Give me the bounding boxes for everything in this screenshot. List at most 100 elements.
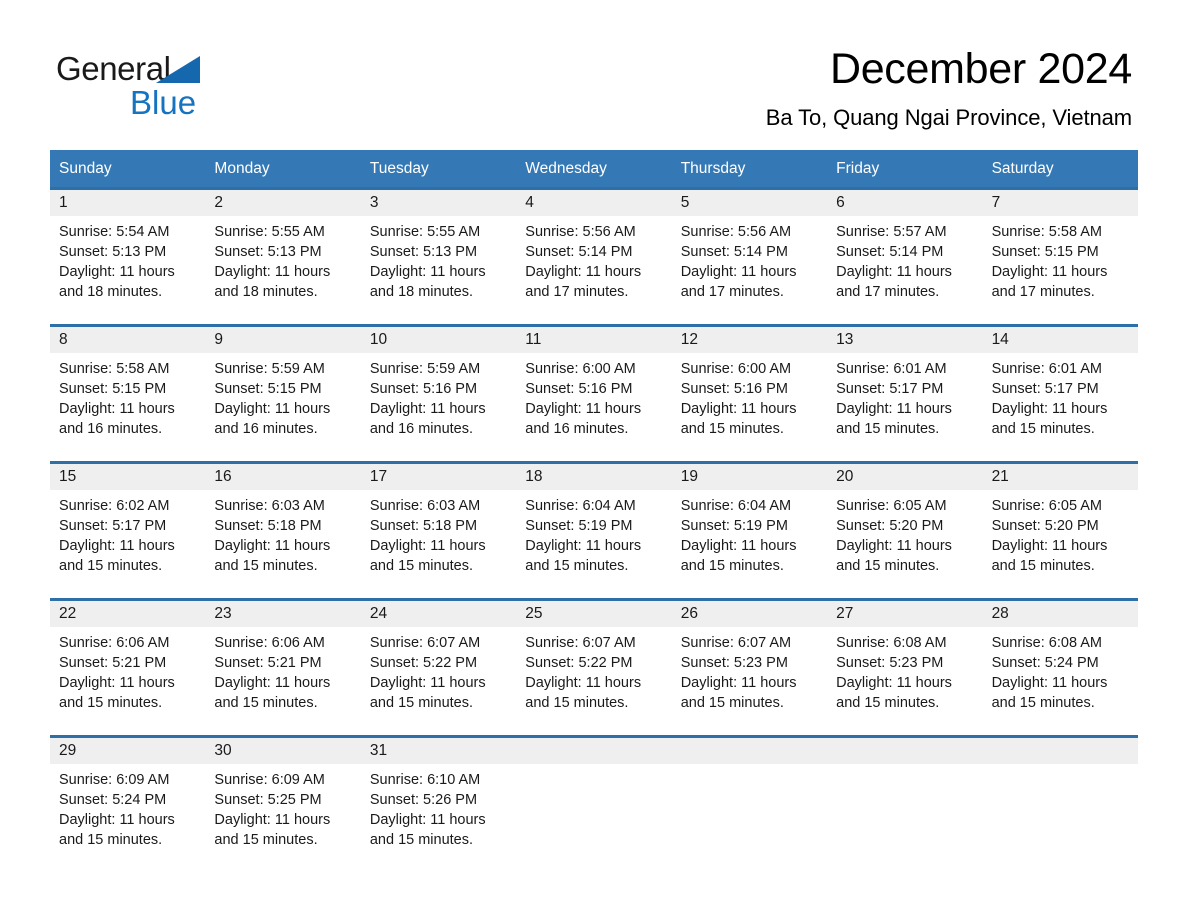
daylight-text-line1: Daylight: 11 hours bbox=[369, 538, 486, 555]
day-cell[interactable]: 17 Sunrise: 6:03 AM Sunset: 5:18 PM Dayl… bbox=[361, 464, 516, 598]
daylight-text-line1: Daylight: 11 hours bbox=[59, 264, 175, 281]
day-details: Sunrise: 6:03 AM Sunset: 5:18 PM Dayligh… bbox=[370, 490, 507, 576]
daylight-text-line2: and 15 minutes. bbox=[214, 695, 318, 712]
day-number: 31 bbox=[369, 742, 388, 760]
day-number: 18 bbox=[525, 468, 543, 486]
sunset-text: Sunset: 5:20 PM bbox=[836, 518, 944, 535]
day-cell[interactable]: 12 Sunrise: 6:00 AM Sunset: 5:16 PM Dayl… bbox=[672, 327, 827, 461]
day-number bbox=[681, 738, 818, 764]
day-details: Sunrise: 6:08 AM Sunset: 5:24 PM Dayligh… bbox=[992, 627, 1129, 713]
day-details: Sunrise: 5:56 AM Sunset: 5:14 PM Dayligh… bbox=[525, 216, 662, 302]
sunrise-text: Sunrise: 5:59 AM bbox=[214, 361, 325, 378]
day-cell[interactable]: 4 Sunrise: 5:56 AM Sunset: 5:14 PM Dayli… bbox=[516, 190, 671, 324]
daylight-text-line2: and 17 minutes. bbox=[836, 284, 940, 301]
day-number: 28 bbox=[991, 605, 1009, 623]
day-cell[interactable]: 9 Sunrise: 5:59 AM Sunset: 5:15 PM Dayli… bbox=[205, 327, 360, 461]
daylight-text-line2: and 15 minutes. bbox=[836, 695, 940, 712]
weekday-header-wednesday: Wednesday bbox=[525, 160, 607, 177]
daylight-text-line2: and 15 minutes. bbox=[369, 832, 474, 849]
day-number bbox=[992, 738, 1129, 764]
day-cell[interactable]: 1 Sunrise: 5:54 AM Sunset: 5:13 PM Dayli… bbox=[50, 190, 205, 324]
day-cell[interactable]: 15 Sunrise: 6:02 AM Sunset: 5:17 PM Dayl… bbox=[50, 464, 205, 598]
sunset-text: Sunset: 5:24 PM bbox=[59, 792, 167, 809]
day-details: Sunrise: 5:57 AM Sunset: 5:14 PM Dayligh… bbox=[836, 216, 973, 302]
sunrise-text: Sunrise: 5:59 AM bbox=[369, 361, 481, 378]
day-cell[interactable]: 3 Sunrise: 5:55 AM Sunset: 5:13 PM Dayli… bbox=[361, 190, 516, 324]
day-cell[interactable]: 8 Sunrise: 5:58 AM Sunset: 5:15 PM Dayli… bbox=[50, 327, 205, 461]
day-number bbox=[836, 738, 973, 764]
sunrise-text: Sunrise: 6:06 AM bbox=[214, 635, 325, 652]
daylight-text-line1: Daylight: 11 hours bbox=[680, 675, 797, 692]
sunrise-text: Sunrise: 6:08 AM bbox=[836, 635, 947, 652]
day-details: Sunrise: 6:00 AM Sunset: 5:16 PM Dayligh… bbox=[681, 353, 818, 439]
general-blue-logo[interactable]: General Blue bbox=[56, 44, 286, 128]
day-number: 23 bbox=[214, 605, 232, 623]
day-cell[interactable]: 20 Sunrise: 6:05 AM Sunset: 5:20 PM Dayl… bbox=[827, 464, 982, 598]
day-details: Sunrise: 6:09 AM Sunset: 5:24 PM Dayligh… bbox=[59, 764, 196, 850]
sunrise-text: Sunrise: 5:55 AM bbox=[369, 224, 481, 241]
sunset-text: Sunset: 5:23 PM bbox=[836, 655, 944, 672]
day-cell[interactable]: 10 Sunrise: 5:59 AM Sunset: 5:16 PM Dayl… bbox=[361, 327, 516, 461]
day-cell[interactable]: 11 Sunrise: 6:00 AM Sunset: 5:16 PM Dayl… bbox=[516, 327, 671, 461]
day-cell[interactable]: 24 Sunrise: 6:07 AM Sunset: 5:22 PM Dayl… bbox=[361, 601, 516, 735]
calendar-week-row: 29 Sunrise: 6:09 AM Sunset: 5:24 PM Dayl… bbox=[50, 735, 1138, 866]
daylight-text-line1: Daylight: 11 hours bbox=[525, 264, 642, 281]
sunrise-text: Sunrise: 6:08 AM bbox=[991, 635, 1102, 652]
daylight-text-line2: and 15 minutes. bbox=[525, 695, 629, 712]
calendar-grid: Sunday Monday Tuesday Wednesday Thursday… bbox=[50, 150, 1138, 866]
daylight-text-line1: Daylight: 11 hours bbox=[680, 538, 797, 555]
day-cell[interactable]: 16 Sunrise: 6:03 AM Sunset: 5:18 PM Dayl… bbox=[205, 464, 360, 598]
day-cell[interactable]: 27 Sunrise: 6:08 AM Sunset: 5:23 PM Dayl… bbox=[827, 601, 982, 735]
daylight-text-line1: Daylight: 11 hours bbox=[991, 675, 1108, 692]
daylight-text-line1: Daylight: 11 hours bbox=[59, 401, 175, 418]
sunset-text: Sunset: 5:16 PM bbox=[369, 381, 478, 398]
sunrise-text: Sunrise: 6:03 AM bbox=[214, 498, 325, 515]
daylight-text-line1: Daylight: 11 hours bbox=[836, 264, 952, 281]
sunset-text: Sunset: 5:16 PM bbox=[525, 381, 633, 398]
day-number: 13 bbox=[836, 331, 854, 349]
day-cell[interactable]: 6 Sunrise: 5:57 AM Sunset: 5:14 PM Dayli… bbox=[827, 190, 982, 324]
day-cell[interactable]: 30 Sunrise: 6:09 AM Sunset: 5:25 PM Dayl… bbox=[205, 738, 360, 866]
daylight-text-line1: Daylight: 11 hours bbox=[525, 675, 642, 692]
sunset-text: Sunset: 5:22 PM bbox=[369, 655, 478, 672]
day-number: 24 bbox=[369, 605, 388, 623]
day-cell[interactable]: 13 Sunrise: 6:01 AM Sunset: 5:17 PM Dayl… bbox=[827, 327, 982, 461]
day-cell[interactable]: 5 Sunrise: 5:56 AM Sunset: 5:14 PM Dayli… bbox=[672, 190, 827, 324]
day-number: 14 bbox=[991, 331, 1009, 349]
day-cell[interactable]: 18 Sunrise: 6:04 AM Sunset: 5:19 PM Dayl… bbox=[516, 464, 671, 598]
sunrise-text: Sunrise: 6:04 AM bbox=[680, 498, 792, 515]
daylight-text-line1: Daylight: 11 hours bbox=[214, 264, 331, 281]
day-cell[interactable]: 19 Sunrise: 6:04 AM Sunset: 5:19 PM Dayl… bbox=[672, 464, 827, 598]
day-details: Sunrise: 6:01 AM Sunset: 5:17 PM Dayligh… bbox=[992, 353, 1129, 439]
daylight-text-line1: Daylight: 11 hours bbox=[59, 812, 175, 829]
daylight-text-line1: Daylight: 11 hours bbox=[525, 401, 642, 418]
sunrise-text: Sunrise: 6:09 AM bbox=[59, 772, 170, 789]
day-cell-empty bbox=[516, 738, 671, 866]
sunrise-text: Sunrise: 5:56 AM bbox=[525, 224, 636, 241]
sunset-text: Sunset: 5:17 PM bbox=[59, 518, 167, 535]
sunset-text: Sunset: 5:18 PM bbox=[214, 518, 322, 535]
day-cell[interactable]: 22 Sunrise: 6:06 AM Sunset: 5:21 PM Dayl… bbox=[50, 601, 205, 735]
day-cell[interactable]: 23 Sunrise: 6:06 AM Sunset: 5:21 PM Dayl… bbox=[205, 601, 360, 735]
day-cell[interactable]: 29 Sunrise: 6:09 AM Sunset: 5:24 PM Dayl… bbox=[50, 738, 205, 866]
daylight-text-line1: Daylight: 11 hours bbox=[214, 401, 331, 418]
daylight-text-line1: Daylight: 11 hours bbox=[991, 401, 1108, 418]
sunrise-text: Sunrise: 6:00 AM bbox=[680, 361, 792, 378]
sunrise-text: Sunrise: 6:07 AM bbox=[680, 635, 792, 652]
sunrise-text: Sunrise: 5:57 AM bbox=[836, 224, 947, 241]
calendar-week-row: 1 Sunrise: 5:54 AM Sunset: 5:13 PM Dayli… bbox=[50, 187, 1138, 324]
day-cell[interactable]: 28 Sunrise: 6:08 AM Sunset: 5:24 PM Dayl… bbox=[983, 601, 1138, 735]
day-cell[interactable]: 14 Sunrise: 6:01 AM Sunset: 5:17 PM Dayl… bbox=[983, 327, 1138, 461]
sunrise-text: Sunrise: 6:04 AM bbox=[525, 498, 636, 515]
day-cell[interactable]: 25 Sunrise: 6:07 AM Sunset: 5:22 PM Dayl… bbox=[516, 601, 671, 735]
day-cell[interactable]: 2 Sunrise: 5:55 AM Sunset: 5:13 PM Dayli… bbox=[205, 190, 360, 324]
sunset-text: Sunset: 5:21 PM bbox=[214, 655, 322, 672]
day-cell[interactable]: 26 Sunrise: 6:07 AM Sunset: 5:23 PM Dayl… bbox=[672, 601, 827, 735]
day-cell[interactable]: 31 Sunrise: 6:10 AM Sunset: 5:26 PM Dayl… bbox=[361, 738, 516, 866]
daylight-text-line1: Daylight: 11 hours bbox=[369, 264, 486, 281]
sunrise-text: Sunrise: 6:01 AM bbox=[836, 361, 947, 378]
day-cell[interactable]: 7 Sunrise: 5:58 AM Sunset: 5:15 PM Dayli… bbox=[983, 190, 1138, 324]
calendar-week-row: 22 Sunrise: 6:06 AM Sunset: 5:21 PM Dayl… bbox=[50, 598, 1138, 735]
sunset-text: Sunset: 5:17 PM bbox=[836, 381, 944, 398]
day-cell[interactable]: 21 Sunrise: 6:05 AM Sunset: 5:20 PM Dayl… bbox=[983, 464, 1138, 598]
